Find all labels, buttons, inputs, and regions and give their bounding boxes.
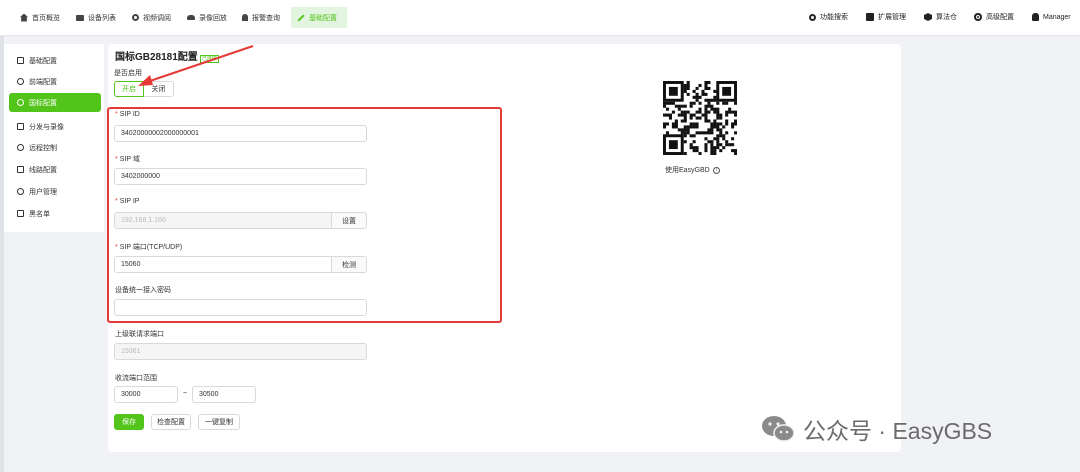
qr-caption-text: 使用EasyGBD [665,167,710,174]
users-icon [17,188,24,195]
sip-port-field[interactable]: 15060 [114,256,332,273]
save-button[interactable]: 保存 [114,414,144,430]
sip-id-label-text: SIP ID [119,111,140,118]
compass-icon [17,78,24,85]
port-range-end-field[interactable]: 30500 [192,386,256,403]
qr-caption: 使用EasyGBD i [665,165,720,175]
username-label: Manager [1043,13,1071,21]
advanced-config-button[interactable]: 高级配置 [974,8,1014,26]
sip-port-label-text: SIP 端口(TCP/UDP) [119,244,183,251]
sip-id-field[interactable]: 34020000002000000001 [114,125,367,142]
extension-manage-label: 扩展管理 [878,14,906,21]
route-icon [17,166,24,173]
extension-manage-button[interactable]: 扩展管理 [866,8,906,26]
upper-port-field: 15061 [114,343,367,360]
watermark: 公众号 · EasyGBS [761,412,992,446]
search-icon [809,13,816,21]
user-icon [1032,13,1039,21]
algorithm-store-label: 算法仓 [936,14,957,21]
sidebar-item-label: 国标配置 [29,99,57,107]
share-icon [17,123,24,130]
puzzle-icon [866,13,874,21]
home-icon [20,13,28,22]
gb28181-config-panel: 国标GB28181配置 已连接 是否启用 开启 关闭 * SIP ID 34020… [107,44,901,452]
remote-icon [17,144,24,151]
sip-domain-label-text: SIP 域 [119,156,140,163]
port-range-separator: ~ [183,390,188,397]
algorithm-store-button[interactable]: 算法仓 [924,8,957,26]
sip-id-label: * SIP ID [115,111,140,118]
bell-icon [242,14,248,21]
sidebar-item-frontend[interactable]: 前端配置 [9,72,101,91]
sidebar-item-basic[interactable]: 基础配置 [9,51,101,70]
sip-ip-label: * SIP IP [115,198,140,205]
upper-port-label: 上级联请求端口 [115,331,164,338]
sidebar-item-route[interactable]: 线路配置 [9,160,101,179]
sip-ip-field: 192.168.1.160 [114,212,332,229]
top-navbar: 首页概览 设备列表 视频调阅 录像回放 报警查询 基础配置 功能搜索 扩展管理 … [0,0,1080,36]
feature-search-button[interactable]: 功能搜索 [809,8,848,26]
sidebar: 基础配置 前端配置 国标配置 分发与录像 远程控制 线路配置 用户管理 黑名单 [4,44,104,232]
sidebar-item-label: 黑名单 [29,210,50,218]
sip-port-label: * SIP 端口(TCP/UDP) [115,244,183,251]
qr-code [663,81,738,156]
password-label: 设备统一接入密码 [115,287,171,294]
nav-item-overview[interactable]: 首页概览 [14,7,66,28]
video-icon [76,14,84,21]
nav-item-label: 设备列表 [88,14,116,22]
gear-icon [974,13,982,21]
box-icon [924,13,932,21]
nav-item-label: 录像回放 [199,14,227,22]
copy-config-button[interactable]: 一键复制 [198,414,240,430]
sidebar-item-gb28181[interactable]: 国标配置 [9,93,101,112]
list-icon [17,210,24,217]
nav-item-label: 视频调阅 [143,14,171,22]
sip-ip-label-text: SIP IP [119,198,140,205]
sidebar-item-users[interactable]: 用户管理 [9,182,101,201]
advanced-config-label: 高级配置 [986,14,1014,21]
sidebar-item-label: 前端配置 [29,78,57,86]
sip-domain-field[interactable]: 3402000000 [114,168,367,185]
sidebar-item-label: 分发与录像 [29,123,64,131]
port-range-label: 收流端口范围 [115,375,157,382]
nav-item-label: 首页概览 [32,14,60,22]
sidebar-item-label: 基础配置 [29,57,57,65]
nav-item-label: 基础配置 [309,14,337,22]
qr-code-image [663,81,738,156]
wechat-icon [762,416,795,442]
password-field[interactable] [114,299,367,316]
watermark-text: 公众号 · EasyGBS [803,418,993,444]
settings-icon [17,99,24,106]
sip-ip-set-button[interactable]: 设置 [331,212,367,229]
play-circle-icon [132,14,139,21]
sidebar-item-distribution[interactable]: 分发与录像 [9,117,101,136]
nav-item-view[interactable]: 视频调阅 [126,7,177,28]
nav-item-basic-config[interactable]: 基础配置 [291,7,347,28]
arrow-annotation-icon [138,45,254,86]
sidebar-item-label: 远程控制 [29,144,57,152]
sip-port-check-button[interactable]: 检测 [331,256,367,273]
feature-search-label: 功能搜索 [820,14,848,21]
check-config-button[interactable]: 检查配置 [151,414,191,430]
nav-item-devices[interactable]: 设备列表 [70,7,122,28]
sip-domain-label: * SIP 域 [115,156,140,163]
user-menu[interactable]: Manager [1032,8,1071,26]
nav-item-playback[interactable]: 录像回放 [181,7,233,28]
cloud-icon [187,15,195,20]
file-icon [17,57,24,64]
port-range-start-field[interactable]: 30000 [114,386,178,403]
nav-item-label: 报警查询 [252,14,280,22]
nav-item-alarm[interactable]: 报警查询 [236,7,286,28]
info-icon[interactable]: i [712,166,720,174]
sidebar-item-label: 用户管理 [29,188,57,196]
sidebar-item-blacklist[interactable]: 黑名单 [9,204,101,223]
sidebar-item-remote[interactable]: 远程控制 [9,138,101,157]
edit-icon [297,13,305,22]
sidebar-item-label: 线路配置 [29,166,57,174]
